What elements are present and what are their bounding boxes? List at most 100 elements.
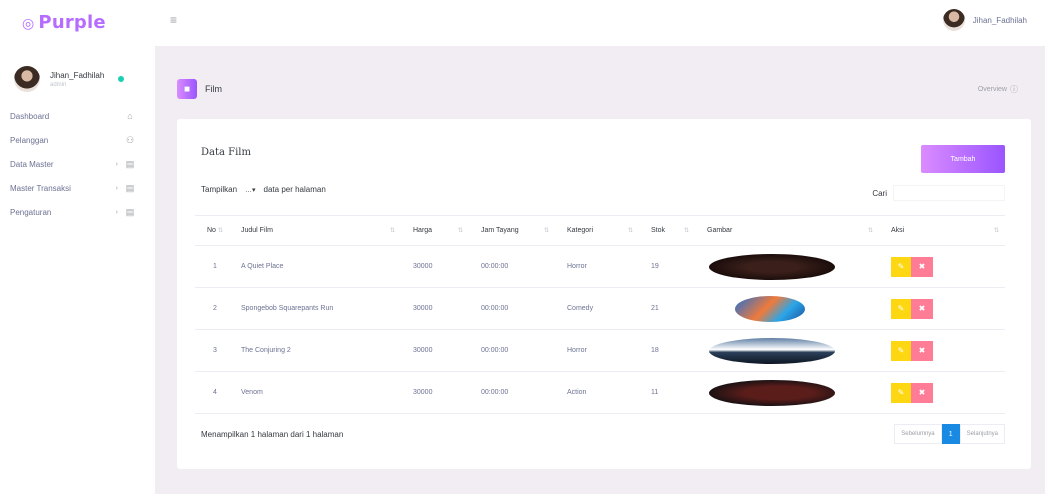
delete-button[interactable]: ✖ (911, 298, 933, 319)
cell-stok: 11 (639, 371, 695, 414)
sidebar: Jihan_Fadhilah admin Dashboard ⌂ Pelangg… (0, 44, 150, 494)
page-title: Film (205, 84, 222, 94)
search-input[interactable] (893, 185, 1005, 201)
info-icon: ⓘ (1010, 85, 1018, 94)
table-row: 3 The Conjuring 2 30000 00:00:00 Horror … (195, 329, 1005, 372)
edit-button[interactable]: ✎ (891, 382, 911, 403)
cell-jam-tayang: 00:00:00 (469, 245, 555, 288)
sidebar-item-pelanggan[interactable]: Pelanggan ⚇ (0, 128, 150, 152)
film-table: No ⇅ Judul Film ⇅ Harga ⇅ Jam Tayang ⇅ Kateg… (195, 215, 1005, 414)
user-menu[interactable]: Jihan_Fadhilah (942, 9, 1027, 31)
next-page-button[interactable]: Selanjutnya (959, 424, 1005, 444)
pagination: Sebelumnya 1 Selanjutnya (894, 424, 1005, 444)
cell-kategori: Comedy (555, 287, 639, 330)
sidebar-item-pengaturan[interactable]: Pengaturan › ▤ (0, 200, 150, 224)
sidebar-item-label: Dashboard (10, 111, 50, 121)
sort-icon: ⇅ (627, 228, 633, 234)
column-header-judul[interactable]: Judul Film ⇅ (229, 215, 401, 246)
page-header: ■ Film (177, 79, 222, 99)
table-row: 2 Spongebob Squarepants Run 30000 00:00:… (195, 287, 1005, 330)
users-icon: ⚇ (125, 134, 135, 145)
table-row: 1 A Quiet Place 30000 00:00:00 Horror 19… (195, 245, 1005, 288)
cell-harga: 30000 (401, 287, 469, 330)
search-control: Cari (872, 185, 1005, 201)
cell-gambar (695, 287, 879, 330)
brand-logo-icon: ◎ (22, 15, 35, 32)
brand[interactable]: ◎ Purple (0, 12, 150, 33)
cell-no: 1 (195, 245, 229, 288)
page-length-select[interactable]: …▾ (243, 186, 258, 194)
sort-icon: ⇅ (543, 228, 549, 234)
grid-icon: ▤ (125, 182, 135, 193)
edit-button[interactable]: ✎ (891, 298, 911, 319)
sort-icon: ⇅ (217, 228, 223, 234)
cell-judul: Spongebob Squarepants Run (229, 287, 401, 330)
delete-button[interactable]: ✖ (911, 340, 933, 361)
profile-role: admin (50, 81, 67, 88)
cell-jam-tayang: 00:00:00 (469, 371, 555, 414)
page-length-control: Tampilkan …▾ data per halaman (201, 185, 326, 194)
table-row: 4 Venom 30000 00:00:00 Action 11 ✎ ✖ (195, 371, 1005, 414)
chevron-right-icon: › (115, 160, 118, 168)
column-header-gambar[interactable]: Gambar ⇅ (695, 215, 879, 246)
profile-name: Jihan_Fadhilah (50, 70, 105, 80)
cell-gambar (695, 371, 879, 414)
avatar[interactable] (942, 9, 965, 31)
cell-harga: 30000 (401, 329, 469, 372)
sidebar-profile[interactable]: Jihan_Fadhilah admin (0, 44, 150, 100)
column-header-kategori[interactable]: Kategori ⇅ (555, 215, 639, 246)
brand-logo[interactable]: ◎ Purple (22, 12, 106, 33)
cell-gambar (695, 245, 879, 288)
column-header-stok[interactable]: Stok ⇅ (639, 215, 695, 246)
cell-no: 4 (195, 371, 229, 414)
main-content: ■ Film Overview ⓘ Data Film Tambah Tampi… (155, 46, 1045, 494)
page-button-current[interactable]: 1 (941, 424, 960, 444)
sidebar-item-data-master[interactable]: Data Master › ▤ (0, 152, 150, 176)
add-film-button[interactable]: Tambah (921, 145, 1005, 173)
sidebar-item-dashboard[interactable]: Dashboard ⌂ (0, 104, 150, 128)
previous-page-button[interactable]: Sebelumnya (894, 424, 942, 444)
cell-harga: 30000 (401, 371, 469, 414)
sidebar-item-label: Master Transaksi (10, 183, 71, 193)
hamburger-icon[interactable]: ≡ (170, 13, 184, 27)
top-navbar: ◎ Purple ≡ Jihan_Fadhilah (0, 0, 1045, 44)
delete-button[interactable]: ✖ (911, 382, 933, 403)
cell-aksi: ✎ ✖ (879, 287, 1005, 330)
home-icon: ⌂ (127, 111, 133, 121)
column-header-harga[interactable]: Harga ⇅ (401, 215, 469, 246)
grid-icon: ▤ (125, 158, 135, 169)
sidebar-item-label: Pelanggan (10, 135, 49, 145)
navbar-user-name[interactable]: Jihan_Fadhilah (973, 16, 1027, 25)
profile-avatar (14, 66, 40, 92)
edit-button[interactable]: ✎ (891, 256, 911, 277)
length-prefix: Tampilkan (201, 185, 238, 194)
delete-button[interactable]: ✖ (911, 256, 933, 277)
cell-harga: 30000 (401, 245, 469, 288)
cell-no: 3 (195, 329, 229, 372)
cell-judul: A Quiet Place (229, 245, 401, 288)
chevron-right-icon: › (115, 184, 118, 192)
sidebar-item-master-transaksi[interactable]: Master Transaksi › ▤ (0, 176, 150, 200)
film-poster-image (735, 295, 805, 322)
online-status-icon (118, 76, 125, 82)
overview-link[interactable]: Overview ⓘ (978, 84, 1018, 95)
column-header-no[interactable]: No ⇅ (195, 215, 229, 246)
cell-judul: The Conjuring 2 (229, 329, 401, 372)
sidebar-item-label: Pengaturan (10, 207, 52, 217)
cell-kategori: Action (555, 371, 639, 414)
cell-kategori: Horror (555, 329, 639, 372)
column-header-jam-tayang[interactable]: Jam Tayang ⇅ (469, 215, 555, 246)
table-info: Menampilkan 1 halaman dari 1 halaman (201, 430, 344, 439)
sidebar-item-label: Data Master (10, 159, 54, 169)
cell-stok: 19 (639, 245, 695, 288)
cell-aksi: ✎ ✖ (879, 329, 1005, 372)
sort-icon: ⇅ (867, 228, 873, 234)
film-icon: ■ (177, 79, 197, 99)
edit-button[interactable]: ✎ (891, 340, 911, 361)
film-card: Data Film Tambah Tampilkan …▾ data per h… (177, 119, 1031, 469)
table-header-row: No ⇅ Judul Film ⇅ Harga ⇅ Jam Tayang ⇅ Kateg… (195, 215, 1005, 246)
settings-icon: ▤ (125, 206, 135, 217)
cell-aksi: ✎ ✖ (879, 371, 1005, 414)
cell-jam-tayang: 00:00:00 (469, 287, 555, 330)
column-header-aksi[interactable]: Aksi ⇅ (879, 215, 1005, 246)
